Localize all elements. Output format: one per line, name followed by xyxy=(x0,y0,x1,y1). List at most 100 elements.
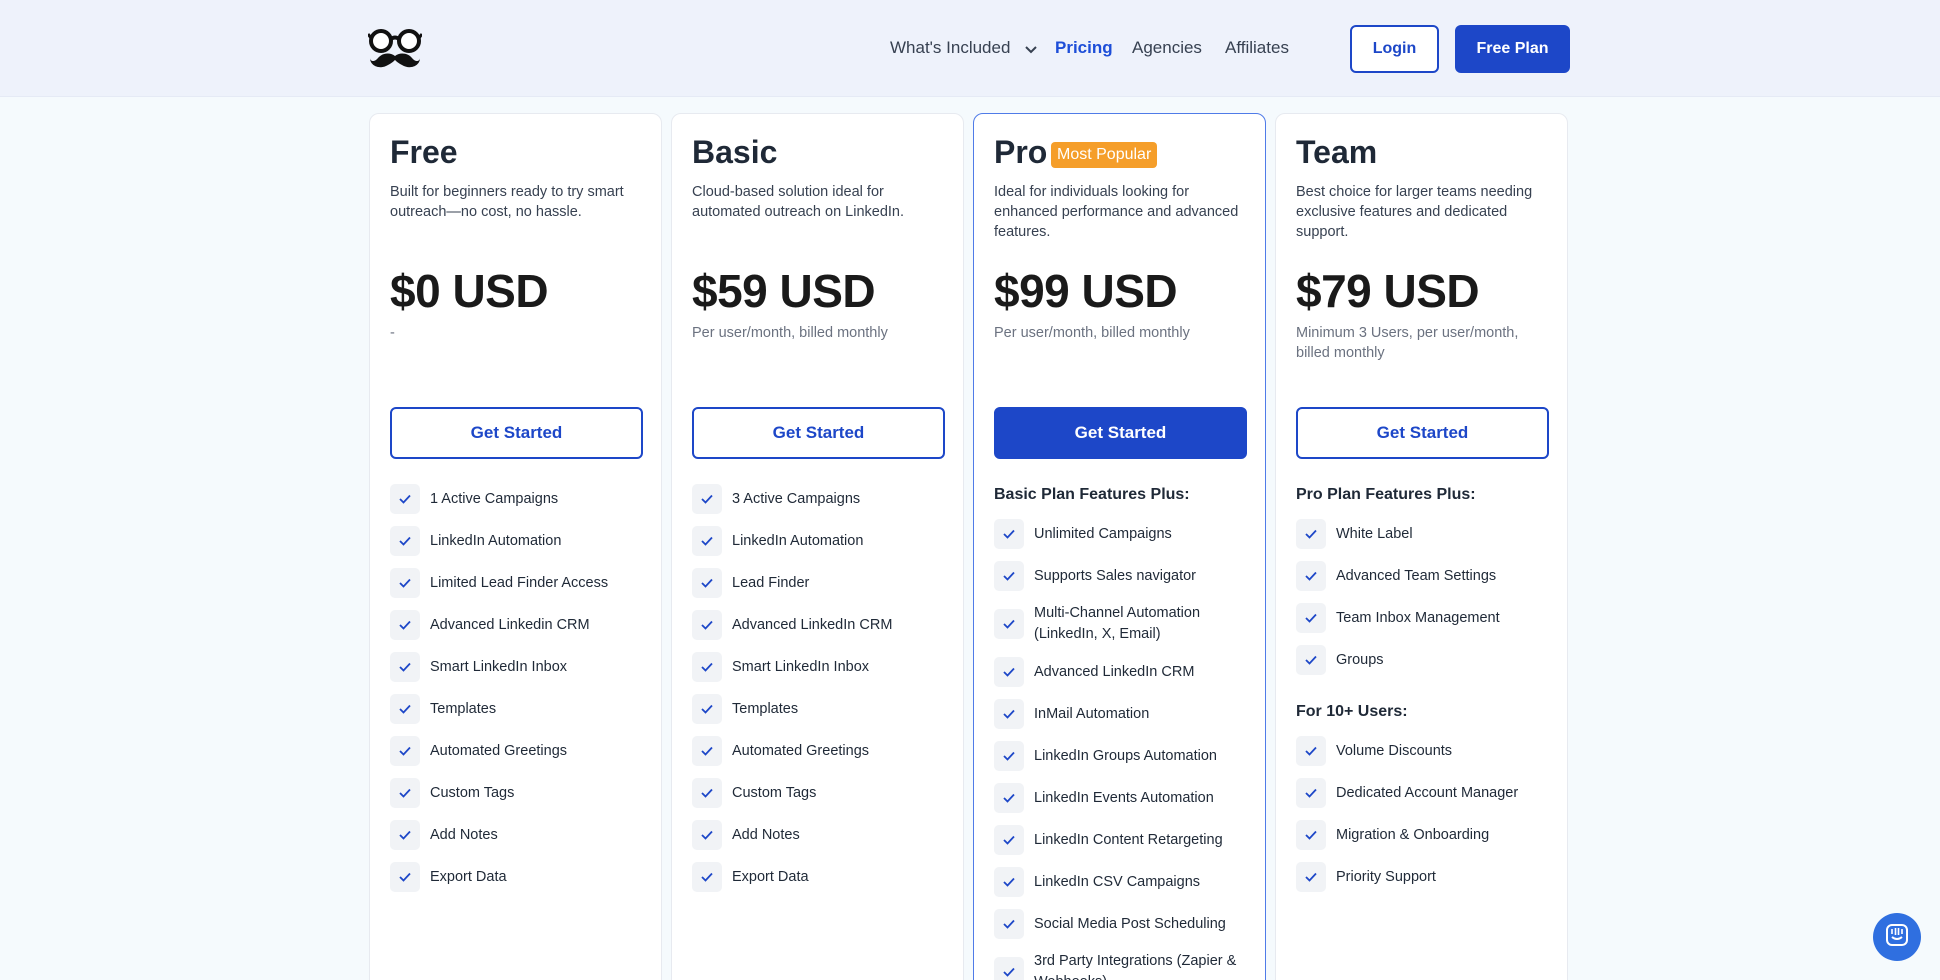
feature-label: Export Data xyxy=(732,868,809,885)
feature-item: Limited Lead Finder Access xyxy=(390,568,650,598)
get-started-button[interactable]: Get Started xyxy=(1296,407,1549,459)
feature-item: 3rd Party Integrations (Zapier & Webhook… xyxy=(994,951,1254,980)
chat-launcher-button[interactable] xyxy=(1873,913,1921,961)
check-icon xyxy=(1296,519,1326,549)
feature-item: Priority Support xyxy=(1296,862,1556,892)
plan-price-note: - xyxy=(390,325,395,341)
feature-label: 3 Active Campaigns xyxy=(732,490,861,507)
check-icon xyxy=(994,657,1024,687)
nav-whats-included-label: What's Included xyxy=(890,38,1011,57)
check-icon xyxy=(390,526,420,556)
feature-list: 1 Active Campaigns LinkedIn Automation Lim… xyxy=(390,484,650,904)
plan-name: Pro xyxy=(994,134,1048,170)
feature-item: Groups xyxy=(1296,645,1556,675)
feature-item: InMail Automation xyxy=(994,699,1254,729)
plan-price-note: Per user/month, billed monthly xyxy=(692,325,888,341)
feature-item: LinkedIn Groups Automation xyxy=(994,741,1254,771)
feature-item: Templates xyxy=(692,694,952,724)
feature-list: Volume Discounts Dedicated Account Manage… xyxy=(1296,736,1556,904)
plan-price-note: Per user/month, billed monthly xyxy=(994,325,1190,341)
feature-item: Smart LinkedIn Inbox xyxy=(692,652,952,682)
plan-name: Team xyxy=(1296,134,1378,170)
chevron-down-icon xyxy=(1025,39,1037,59)
feature-label: Automated Greetings xyxy=(430,742,568,759)
feature-label: InMail Automation xyxy=(1034,705,1150,722)
feature-item: 3 Active Campaigns xyxy=(692,484,952,514)
feature-label: Lead Finder xyxy=(732,574,810,591)
nav-whats-included[interactable]: What's Included xyxy=(890,38,1037,59)
check-icon xyxy=(994,957,1024,980)
check-icon xyxy=(390,820,420,850)
check-icon xyxy=(994,825,1024,855)
feature-item: 1 Active Campaigns xyxy=(390,484,650,514)
check-icon xyxy=(994,699,1024,729)
check-icon xyxy=(1296,603,1326,633)
get-started-button[interactable]: Get Started xyxy=(692,407,945,459)
feature-label: Supports Sales navigator xyxy=(1034,567,1197,584)
feature-item: White Label xyxy=(1296,519,1556,549)
feature-item: Automated Greetings xyxy=(692,736,952,766)
feature-item: LinkedIn Automation xyxy=(692,526,952,556)
nav-affiliates[interactable]: Affiliates xyxy=(1225,38,1289,58)
check-icon xyxy=(692,820,722,850)
feature-label: Advanced LinkedIn CRM xyxy=(732,616,893,633)
feature-label: LinkedIn Content Retargeting xyxy=(1034,831,1223,848)
feature-label: Groups xyxy=(1336,651,1384,668)
feature-item: Advanced Team Settings xyxy=(1296,561,1556,591)
free-plan-button[interactable]: Free Plan xyxy=(1455,25,1570,73)
check-icon xyxy=(994,561,1024,591)
check-icon xyxy=(1296,820,1326,850)
check-icon xyxy=(390,652,420,682)
plan-price: $0 USD xyxy=(390,265,549,317)
get-started-button[interactable]: Get Started xyxy=(390,407,643,459)
check-icon xyxy=(390,568,420,598)
feature-label: 1 Active Campaigns xyxy=(430,490,559,507)
check-icon xyxy=(994,741,1024,771)
plan-description: Built for beginners ready to try smart o… xyxy=(390,184,624,220)
feature-label: Automated Greetings xyxy=(732,742,870,759)
check-icon xyxy=(994,609,1024,639)
check-icon xyxy=(994,909,1024,939)
check-icon xyxy=(1296,778,1326,808)
feature-item: Add Notes xyxy=(692,820,952,850)
check-icon xyxy=(692,568,722,598)
check-icon xyxy=(692,610,722,640)
feature-item: Custom Tags xyxy=(390,778,650,808)
feature-item: LinkedIn Events Automation xyxy=(994,783,1254,813)
feature-label: Team Inbox Management xyxy=(1336,609,1500,626)
plan-price: $79 USD xyxy=(1296,265,1480,317)
plan-card-pro: Pro Most Popular Ideal for individuals l… xyxy=(973,113,1266,980)
feature-label: Templates xyxy=(430,700,497,717)
feature-label: LinkedIn Automation xyxy=(732,532,864,549)
feature-label: Multi-Channel Automation (LinkedIn, X, E… xyxy=(1034,605,1201,642)
check-icon xyxy=(390,484,420,514)
check-icon xyxy=(390,694,420,724)
feature-label: Migration & Onboarding xyxy=(1336,826,1490,843)
feature-item: Supports Sales navigator xyxy=(994,561,1254,591)
check-icon xyxy=(1296,561,1326,591)
plan-description: Cloud-based solution ideal for automated… xyxy=(692,184,905,220)
get-started-button[interactable]: Get Started xyxy=(994,407,1247,459)
feature-label: Dedicated Account Manager xyxy=(1336,784,1519,801)
feature-list: White Label Advanced Team Settings Team In… xyxy=(1296,519,1556,687)
feature-item: Dedicated Account Manager xyxy=(1296,778,1556,808)
check-icon xyxy=(692,736,722,766)
feature-label: Smart LinkedIn Inbox xyxy=(430,658,568,675)
feature-item: Social Media Post Scheduling xyxy=(994,909,1254,939)
feature-label: Templates xyxy=(732,700,799,717)
feature-item: LinkedIn CSV Campaigns xyxy=(994,867,1254,897)
nav-pricing[interactable]: Pricing xyxy=(1055,38,1113,58)
chat-bubble-icon xyxy=(1885,923,1909,952)
check-icon xyxy=(692,694,722,724)
check-icon xyxy=(692,652,722,682)
feature-label: Custom Tags xyxy=(732,784,817,801)
glasses-mustache-logo-icon[interactable] xyxy=(366,28,424,72)
check-icon xyxy=(994,519,1024,549)
feature-item: LinkedIn Content Retargeting xyxy=(994,825,1254,855)
login-button[interactable]: Login xyxy=(1350,25,1439,73)
feature-label: Limited Lead Finder Access xyxy=(430,574,609,591)
feature-label: Unlimited Campaigns xyxy=(1034,525,1172,542)
nav-agencies[interactable]: Agencies xyxy=(1132,38,1202,58)
check-icon xyxy=(390,610,420,640)
feature-label: Add Notes xyxy=(430,826,498,843)
